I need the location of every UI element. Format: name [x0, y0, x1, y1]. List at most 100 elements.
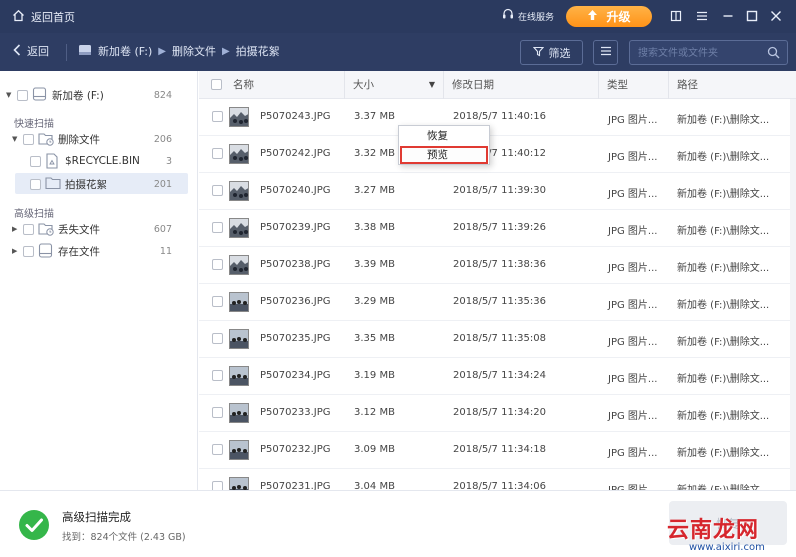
minimize-icon[interactable] — [719, 7, 737, 25]
table-row[interactable]: P5070235.JPG 3.35 MB 2018/5/7 11:35:08 J… — [199, 321, 796, 358]
image-thumbnail-icon — [229, 403, 249, 423]
file-date: 2018/5/7 11:38:36 — [453, 259, 547, 270]
search-box — [629, 40, 788, 65]
sidebar-item-existing-files[interactable]: ▶ 存在文件 11 — [0, 241, 198, 261]
column-header-size[interactable]: 大小 ▼ — [345, 71, 444, 99]
close-icon[interactable] — [767, 7, 785, 25]
list-view-icon — [600, 46, 612, 59]
table-row[interactable]: P5070242.JPG 3.32 MB 2018/5/7 11:40:12 J… — [199, 136, 796, 173]
sidebar-checkbox[interactable] — [30, 178, 41, 190]
sidebar-checkbox[interactable] — [17, 89, 28, 101]
search-icon[interactable] — [767, 46, 780, 62]
file-date: 2018/5/7 11:34:18 — [453, 444, 547, 455]
vertical-scrollbar[interactable] — [790, 99, 796, 490]
row-checkbox[interactable] — [212, 444, 223, 455]
row-checkbox[interactable] — [212, 148, 223, 159]
table-row[interactable]: P5070236.JPG 3.29 MB 2018/5/7 11:35:36 J… — [199, 284, 796, 321]
drive-icon — [32, 86, 47, 104]
context-menu-preview[interactable]: 预览 — [400, 146, 488, 164]
image-thumbnail-icon — [229, 366, 249, 386]
table-row[interactable]: P5070232.JPG 3.09 MB 2018/5/7 11:34:18 J… — [199, 432, 796, 469]
file-name: P5070238.JPG — [260, 259, 331, 270]
expand-arrow-icon[interactable]: ▶ — [12, 225, 17, 233]
sidebar-checkbox[interactable] — [23, 133, 34, 145]
search-input[interactable] — [638, 45, 762, 61]
file-date: 2018/5/7 11:40:16 — [453, 111, 547, 122]
file-table: 名称 大小 ▼ 修改日期 类型 路径 P5070243.JPG 3.37 MB … — [199, 71, 796, 490]
upgrade-button[interactable]: 升级 — [566, 6, 652, 27]
sidebar-item-deleted-files[interactable]: ▼ 删除文件 206 — [0, 129, 198, 149]
column-header-type[interactable]: 类型 — [599, 71, 669, 99]
sidebar-checkbox[interactable] — [23, 245, 34, 257]
breadcrumb-separator-icon: ▶ — [221, 45, 230, 57]
sidebar-item-photos[interactable]: 拍摄花絮 201 — [0, 173, 198, 194]
file-date: 2018/5/7 11:39:26 — [453, 222, 547, 233]
row-checkbox[interactable] — [212, 185, 223, 196]
sidebar-item-recycle-bin[interactable]: $RECYCLE.BIN 3 — [0, 151, 198, 171]
upgrade-arrow-icon — [587, 9, 598, 24]
row-checkbox[interactable] — [212, 296, 223, 307]
file-type: JPG 图片... — [608, 411, 658, 422]
sidebar-item-count: 3 — [165, 155, 172, 167]
sort-desc-icon: ▼ — [428, 80, 435, 89]
expand-arrow-icon[interactable]: ▼ — [6, 91, 11, 99]
file-path: 新加卷 (F:)\删除文... — [677, 337, 770, 348]
breadcrumb-deleted-files[interactable]: 删除文件 — [172, 43, 216, 59]
file-type: JPG 图片... — [608, 115, 658, 126]
list-view-button[interactable] — [593, 40, 618, 65]
recover-button[interactable]: 恢复 — [669, 501, 787, 545]
drive-icon — [38, 243, 53, 261]
file-path: 新加卷 (F:)\删除文... — [677, 226, 770, 237]
row-checkbox[interactable] — [212, 370, 223, 381]
breadcrumb-separator-icon: ▶ — [158, 45, 166, 57]
image-thumbnail-icon — [229, 144, 249, 164]
upgrade-label: 升级 — [606, 10, 631, 24]
row-checkbox[interactable] — [212, 259, 223, 270]
table-row[interactable]: P5070234.JPG 3.19 MB 2018/5/7 11:34:24 J… — [199, 358, 796, 395]
maximize-icon[interactable] — [743, 7, 761, 25]
file-path: 新加卷 (F:)\删除文... — [677, 115, 770, 126]
table-row[interactable]: P5070239.JPG 3.38 MB 2018/5/7 11:39:26 J… — [199, 210, 796, 247]
row-checkbox[interactable] — [212, 407, 223, 418]
column-header-label: 类型 — [607, 79, 628, 91]
row-checkbox[interactable] — [212, 481, 223, 490]
expand-arrow-icon[interactable]: ▼ — [12, 135, 17, 143]
online-service-link[interactable]: 在线服务 — [502, 8, 554, 24]
column-header-path[interactable]: 路径 — [669, 71, 796, 99]
file-type: JPG 图片... — [608, 337, 658, 348]
column-header-name[interactable]: 名称 — [225, 71, 345, 99]
context-menu-restore[interactable]: 恢复 — [400, 127, 488, 145]
column-header-label: 大小 — [353, 79, 374, 91]
sidebar-checkbox[interactable] — [30, 155, 41, 167]
column-header-date[interactable]: 修改日期 — [444, 71, 599, 99]
expand-arrow-icon[interactable]: ▶ — [12, 247, 17, 255]
breadcrumb-current-folder[interactable]: 拍摄花絮 — [236, 43, 280, 59]
filter-button[interactable]: 筛选 — [520, 40, 583, 65]
table-row[interactable]: P5070240.JPG 3.27 MB 2018/5/7 11:39:30 J… — [199, 173, 796, 210]
sidebar-item-drive[interactable]: ▼ 新加卷 (F:) 824 — [0, 85, 198, 105]
file-name: P5070235.JPG — [260, 333, 331, 344]
select-all-checkbox[interactable] — [211, 79, 222, 90]
sidebar-item-label: 删除文件 — [58, 133, 100, 146]
file-type: JPG 图片... — [608, 189, 658, 200]
file-size: 3.37 MB — [354, 111, 395, 122]
table-row[interactable]: P5070233.JPG 3.12 MB 2018/5/7 11:34:20 J… — [199, 395, 796, 432]
file-name: P5070234.JPG — [260, 370, 331, 381]
sidebar-item-lost-files[interactable]: ▶ 丢失文件 607 — [0, 219, 198, 239]
back-button[interactable]: 返回 — [13, 43, 49, 59]
row-checkbox[interactable] — [212, 333, 223, 344]
breadcrumb-drive[interactable]: 新加卷 (F:) — [98, 43, 152, 59]
file-type: JPG 图片... — [608, 481, 657, 490]
home-link[interactable]: 返回首页 — [12, 7, 75, 27]
skin-icon[interactable] — [667, 7, 685, 25]
row-checkbox[interactable] — [212, 111, 223, 122]
row-checkbox[interactable] — [212, 222, 223, 233]
file-type: JPG 图片... — [608, 226, 658, 237]
sidebar-checkbox[interactable] — [23, 223, 34, 235]
menu-icon[interactable] — [693, 7, 711, 25]
lost-folder-icon — [38, 221, 55, 240]
file-name: P5070232.JPG — [260, 444, 331, 455]
table-row[interactable]: P5070238.JPG 3.39 MB 2018/5/7 11:38:36 J… — [199, 247, 796, 284]
table-row[interactable]: P5070243.JPG 3.37 MB 2018/5/7 11:40:16 J… — [199, 99, 796, 136]
table-row[interactable]: P5070231.JPG 3.04 MB 2018/5/7 11:34:06 J… — [199, 469, 796, 490]
